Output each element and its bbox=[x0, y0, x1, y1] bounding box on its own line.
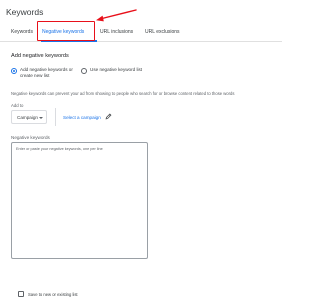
tab-keywords[interactable]: Keywords bbox=[11, 29, 33, 35]
pencil-icon[interactable] bbox=[105, 113, 112, 120]
tab-url-inclusions[interactable]: URL inclusions bbox=[100, 29, 133, 35]
campaign-select-value: Campaign bbox=[17, 115, 38, 120]
section-title: Add negative keywords bbox=[11, 53, 69, 59]
arrow-annotation bbox=[96, 9, 137, 22]
caret-down-icon bbox=[39, 116, 43, 119]
negative-keywords-label: Negative keywords bbox=[11, 135, 50, 140]
divider bbox=[55, 108, 56, 126]
campaign-select[interactable]: Campaign bbox=[11, 110, 47, 124]
select-campaign-link[interactable]: Select a campaign bbox=[63, 115, 101, 120]
tab-url-exclusions[interactable]: URL exclusions bbox=[145, 29, 180, 35]
negative-keywords-input[interactable] bbox=[11, 142, 148, 259]
use-negative-keyword-list-radio[interactable] bbox=[81, 68, 87, 74]
add-to-label: Add to bbox=[11, 103, 24, 108]
add-negative-keywords-radio-label[interactable]: Add negative keywords or create new list bbox=[20, 67, 80, 78]
add-negative-keywords-radio[interactable] bbox=[11, 68, 17, 74]
help-text: Negative keywords can prevent your ad fr… bbox=[11, 91, 235, 96]
use-negative-keyword-list-radio-label[interactable]: Use negative keyword list bbox=[90, 67, 150, 73]
page-title: Keywords bbox=[6, 7, 44, 17]
tab-highlight-annotation bbox=[37, 21, 95, 41]
save-to-list-checkbox[interactable] bbox=[18, 291, 24, 297]
save-to-list-label[interactable]: Save to new or existing list bbox=[28, 292, 78, 297]
